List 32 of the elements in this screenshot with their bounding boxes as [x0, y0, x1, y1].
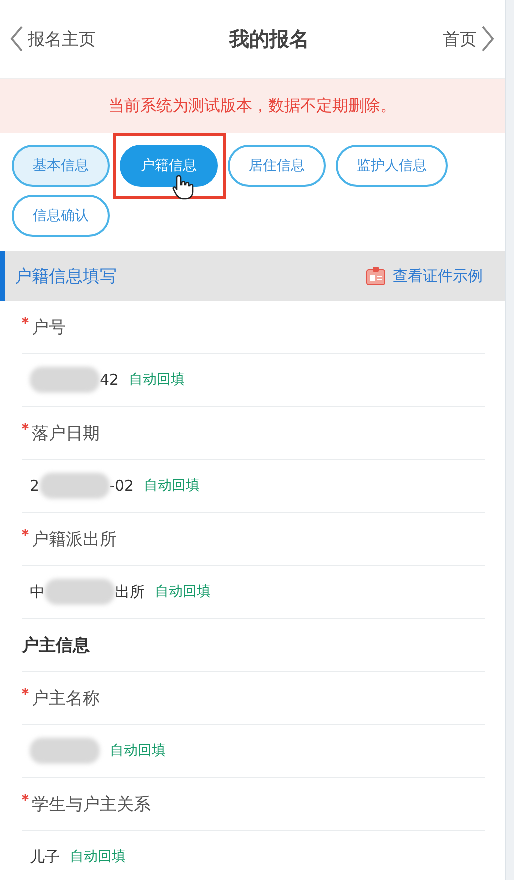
- step-tab[interactable]: 基本信息: [12, 145, 110, 187]
- field-value: -02: [110, 477, 134, 495]
- field-value: 中: [30, 582, 45, 602]
- hand-cursor-icon: [172, 174, 194, 200]
- section-title: 户籍信息填写: [15, 266, 117, 288]
- field-label: 落户日期: [32, 422, 100, 444]
- autofill-tag: 自动回填: [70, 848, 126, 866]
- home-link[interactable]: 首页: [443, 25, 495, 53]
- page-title: 我的报名: [230, 26, 310, 52]
- notice-banner: 当前系统为测试版本，数据不定期删除。: [0, 79, 505, 133]
- id-card-icon: [366, 266, 386, 286]
- field-label: 户籍派出所: [32, 528, 117, 550]
- group-heading: 户主信息: [22, 634, 90, 656]
- back-link[interactable]: 报名主页: [10, 25, 96, 53]
- field-value: 42: [100, 371, 120, 389]
- chevron-right-icon: [481, 25, 495, 53]
- autofill-tag: 自动回填: [129, 371, 186, 389]
- field-value: 2: [30, 477, 40, 495]
- step-tab[interactable]: 户籍信息: [120, 145, 218, 187]
- autofill-tag: 自动回填: [110, 742, 166, 760]
- field-label: 户号: [32, 316, 66, 338]
- field-value: 儿子: [30, 848, 60, 866]
- step-tab[interactable]: 信息确认: [12, 195, 110, 237]
- step-tab[interactable]: 居住信息: [228, 145, 326, 187]
- field-value: 出所: [115, 582, 145, 602]
- autofill-tag: 自动回填: [155, 583, 211, 601]
- autofill-tag: 自动回填: [144, 477, 200, 495]
- step-tab[interactable]: 监护人信息: [336, 145, 448, 187]
- example-link[interactable]: 查看证件示例: [366, 266, 483, 286]
- field-label: 学生与户主关系: [32, 794, 151, 816]
- field-label: 户主名称: [32, 688, 100, 710]
- chevron-left-icon: [10, 25, 24, 53]
